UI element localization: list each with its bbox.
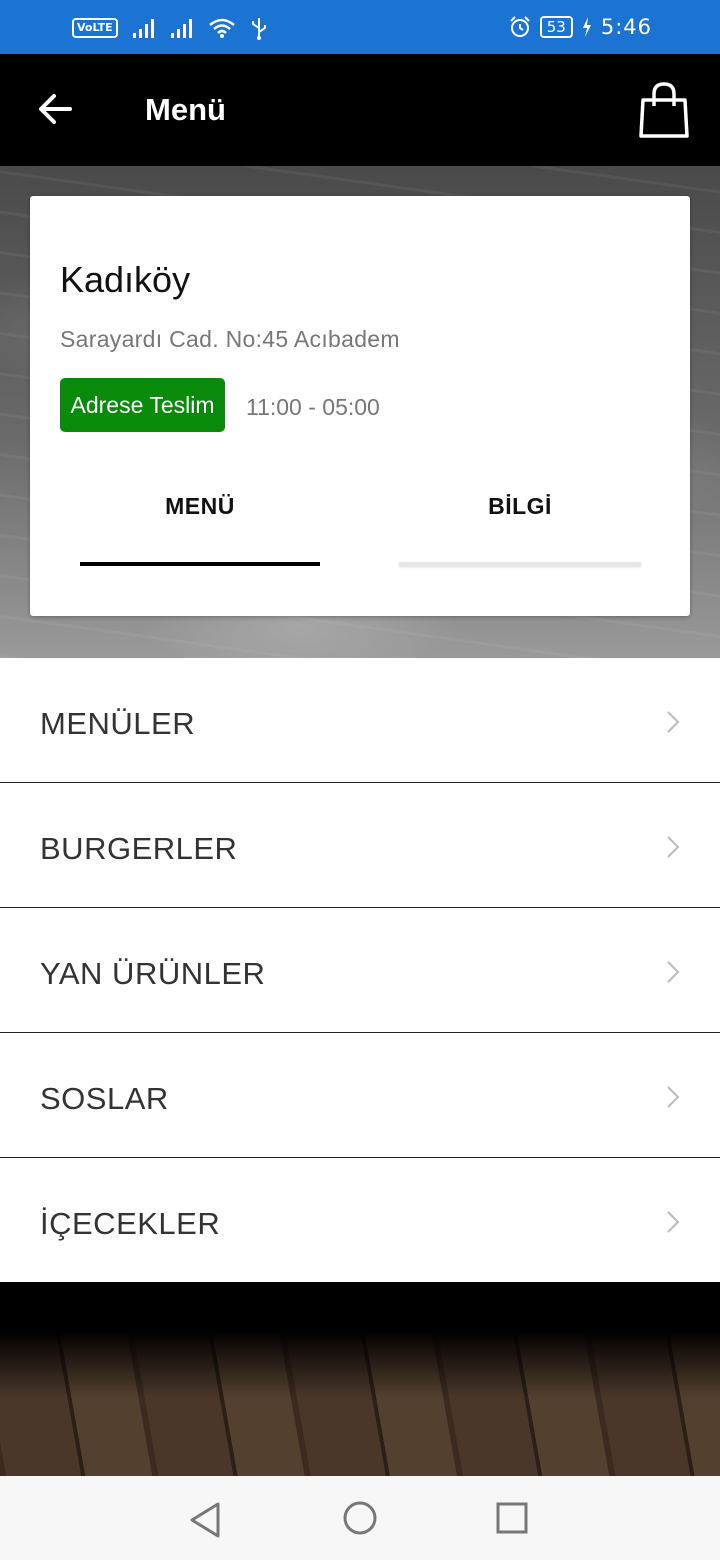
back-triangle-icon[interactable] (186, 1500, 226, 1540)
status-time: 5:46 (600, 15, 652, 39)
chevron-right-icon (667, 961, 680, 983)
chevron-right-icon (667, 836, 680, 858)
store-card: Kadıköy Sarayardı Cad. No:45 Acıbadem Ad… (30, 196, 690, 616)
opening-hours: 11:00 - 05:00 (246, 394, 380, 420)
category-label: MENÜLER (40, 706, 196, 741)
category-item-yan-urunler[interactable]: YAN ÜRÜNLER (0, 908, 720, 1033)
category-list: MENÜLER BURGERLER YAN ÜRÜNLER SOSLAR İÇE… (0, 658, 720, 1282)
category-item-menuler[interactable]: MENÜLER (0, 658, 720, 783)
status-right-group: 53 5:46 (508, 12, 652, 42)
chevron-right-icon (667, 711, 680, 733)
store-address: Sarayardı Cad. No:45 Acıbadem (60, 326, 400, 352)
battery-icon: 53 (539, 16, 573, 38)
wood-floor-background (0, 1282, 720, 1476)
status-bar: VoLTE 53 5:46 (0, 0, 720, 54)
usb-icon (251, 18, 266, 40)
category-label: İÇECEKLER (40, 1206, 221, 1241)
recents-square-icon[interactable] (492, 1500, 532, 1540)
delivery-badge: Adrese Teslim (60, 378, 225, 432)
alarm-icon (510, 16, 530, 37)
chevron-right-icon (667, 1086, 680, 1108)
category-item-icecekler[interactable]: İÇECEKLER (0, 1158, 720, 1283)
category-label: SOSLAR (40, 1081, 169, 1116)
tab-info[interactable]: BİLGİ (400, 486, 640, 526)
tab-indicator-active (80, 562, 320, 566)
system-nav-bar (0, 1476, 720, 1560)
page-title: Menü (145, 92, 226, 127)
store-name: Kadıköy (60, 259, 191, 300)
category-label: BURGERLER (40, 831, 238, 866)
arrow-left-icon[interactable] (34, 88, 76, 130)
tab-indicator-inactive (399, 562, 641, 566)
category-item-burgerler[interactable]: BURGERLER (0, 783, 720, 908)
shopping-bag-icon[interactable] (638, 80, 690, 140)
tab-menu[interactable]: MENÜ (80, 486, 320, 526)
signal-icon (132, 19, 154, 38)
home-circle-icon[interactable] (340, 1500, 380, 1540)
charging-icon (582, 17, 591, 37)
status-left-group: VoLTE (72, 14, 268, 42)
volte-icon: VoLTE (72, 18, 118, 38)
wifi-icon (208, 18, 235, 38)
category-label: YAN ÜRÜNLER (40, 956, 266, 991)
app-bar: Menü (0, 54, 720, 166)
chevron-right-icon (667, 1211, 680, 1233)
signal-icon (170, 19, 192, 38)
category-item-soslar[interactable]: SOSLAR (0, 1033, 720, 1158)
